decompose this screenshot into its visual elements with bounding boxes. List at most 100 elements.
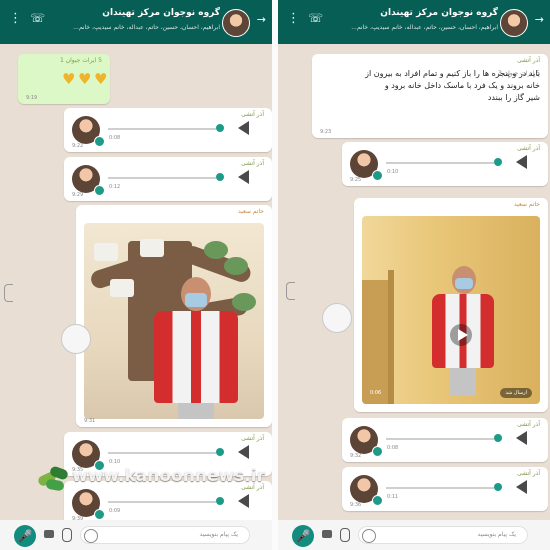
attach-icon[interactable]	[340, 528, 350, 542]
red-cross-jacket	[154, 311, 238, 403]
voice-time: 9:32	[350, 453, 362, 459]
face-mask	[185, 293, 207, 307]
right-chat-header: ⋮ ☏ گروه نوجوان مرکز تهیندان ابراهیم، اح…	[278, 0, 550, 44]
text-time: 9:23	[320, 129, 332, 135]
left-top-time: 9:19	[26, 95, 38, 101]
play-icon[interactable]	[238, 445, 249, 459]
call-icon[interactable]: ☏	[30, 12, 45, 24]
scroll-down-button[interactable]	[61, 324, 91, 354]
voice-duration: 0:08	[387, 445, 399, 451]
play-icon[interactable]	[238, 170, 249, 184]
emoji-icon[interactable]	[362, 529, 376, 543]
right-chat-screen: ⋮ ☏ گروه نوجوان مرکز تهیندان ابراهیم، اح…	[278, 0, 550, 550]
left-group-avatar[interactable]	[222, 9, 250, 37]
mic-icon	[94, 136, 105, 147]
person-figure	[154, 277, 238, 419]
voice-duration: 0:11	[387, 494, 399, 500]
back-arrow-icon[interactable]: →	[257, 14, 266, 25]
reaction-heart-icon: ♥	[62, 70, 76, 88]
voice-sender: آذر آتشی	[517, 421, 540, 428]
voice-waveform	[386, 438, 494, 440]
mic-icon	[94, 185, 105, 196]
mic-icon	[372, 446, 383, 457]
send-voice-button[interactable]: 🎤	[14, 525, 36, 547]
play-icon[interactable]	[238, 121, 249, 135]
image-preview[interactable]	[84, 223, 264, 419]
progress-dot	[216, 124, 224, 132]
watermark-text: www.kanoonnews.ir	[72, 466, 265, 486]
voice-message-right-1[interactable]: آذر آتشی 0:10 9:25	[342, 142, 548, 186]
voice-waveform	[108, 501, 216, 503]
mic-icon	[372, 170, 383, 181]
send-voice-button[interactable]: 🎤	[292, 525, 314, 547]
message-input[interactable]: یک پیام بنویسید	[80, 526, 250, 544]
voice-waveform	[108, 452, 216, 454]
camera-icon[interactable]	[322, 530, 332, 538]
face-mask	[455, 278, 473, 289]
play-icon[interactable]	[516, 155, 527, 169]
voice-sender: آذر آتشی	[241, 111, 264, 118]
mic-icon	[94, 509, 105, 520]
left-composer: 🎤 یک پیام بنویسید	[0, 520, 272, 550]
right-edge-bracket	[286, 282, 295, 300]
video-sender: حاتم سعید	[514, 201, 540, 208]
voice-waveform	[386, 162, 494, 164]
left-chat-header: ⋮ ☏ گروه نوجوان مرکز تهیندان ابراهیم، اح…	[0, 0, 272, 44]
voice-duration: 0:09	[109, 508, 121, 514]
progress-dot	[494, 483, 502, 491]
text-line-1: باید در و پنجره ها را باز کنیم و تمام اف…	[365, 69, 540, 78]
image-message-left[interactable]: حاتم سعید 9:31	[76, 205, 272, 427]
message-input[interactable]: یک پیام بنویسید	[358, 526, 528, 544]
text-line-3: شیر گاز را ببندد	[487, 93, 540, 102]
text-message-body: باید در و پنجره ها را باز کنیم و تمام اف…	[330, 68, 540, 104]
voice-time: 9:36	[350, 502, 362, 508]
message-placeholder: یک پیام بنویسید	[199, 531, 238, 538]
call-icon[interactable]: ☏	[308, 12, 323, 24]
back-arrow-icon[interactable]: →	[535, 14, 544, 25]
door-frame	[388, 270, 394, 404]
menu-icon[interactable]: ⋮	[9, 12, 22, 25]
video-preview[interactable]: 0:06 ارسال شد	[362, 216, 540, 404]
camera-icon[interactable]	[44, 530, 54, 538]
play-icon[interactable]	[516, 480, 527, 494]
voice-message-right-2[interactable]: آذر آتشی 0:08 9:32	[342, 418, 548, 462]
leaf-green	[204, 241, 228, 259]
left-group-subtitle: ابراهیم، احسان، حسین، حاتم، عبداله، خانم…	[73, 24, 220, 31]
logo-leaf	[45, 478, 65, 492]
voice-duration: 0:10	[387, 169, 399, 175]
person-legs	[178, 403, 214, 419]
play-icon[interactable]	[516, 431, 527, 445]
voice-time: 9:29	[72, 192, 84, 198]
voice-sender: آذر آتشی	[241, 435, 264, 442]
video-message-right[interactable]: حاتم سعید 0:06 ارسال شد	[354, 198, 548, 412]
voice-sender: آذر آتشی	[241, 160, 264, 167]
emoji-icon[interactable]	[84, 529, 98, 543]
voice-message-left-2[interactable]: آذر آتشی 0:12 9:29	[64, 157, 272, 201]
progress-dot	[494, 158, 502, 166]
right-group-subtitle: ابراهیم، احسان، حسین، حاتم، عبداله، خانم…	[351, 24, 498, 31]
leaf-card	[110, 279, 134, 297]
right-group-title: گروه نوجوان مرکز تهیندان	[380, 8, 498, 18]
right-text-message: آذر آتشی 5 ایرات جیوان 3 باید در و پنجره…	[312, 54, 548, 138]
play-button[interactable]	[450, 324, 472, 346]
mic-icon	[372, 495, 383, 506]
left-edge-bracket	[4, 284, 13, 302]
progress-dot	[216, 173, 224, 181]
voice-waveform	[386, 487, 494, 489]
progress-dot	[216, 448, 224, 456]
voice-time: 9:25	[350, 177, 362, 183]
left-group-title: گروه نوجوان مرکز تهیندان	[102, 8, 220, 18]
leaf-green	[224, 257, 248, 275]
voice-waveform	[108, 128, 216, 130]
voice-message-right-3[interactable]: آذر آتشی 0:11 9:36	[342, 467, 548, 511]
menu-icon[interactable]: ⋮	[287, 12, 300, 25]
scroll-down-button[interactable]	[322, 303, 352, 333]
voice-message-left-1[interactable]: آذر آتشی 0:08 9:22	[64, 108, 272, 152]
attach-icon[interactable]	[62, 528, 72, 542]
person-legs	[450, 368, 476, 396]
text-sender: آذر آتشی	[517, 57, 540, 64]
video-duration: 0:06	[370, 390, 382, 396]
right-group-avatar[interactable]	[500, 9, 528, 37]
image-sender: حاتم سعید	[238, 208, 264, 215]
kanoon-logo-icon	[36, 462, 72, 496]
